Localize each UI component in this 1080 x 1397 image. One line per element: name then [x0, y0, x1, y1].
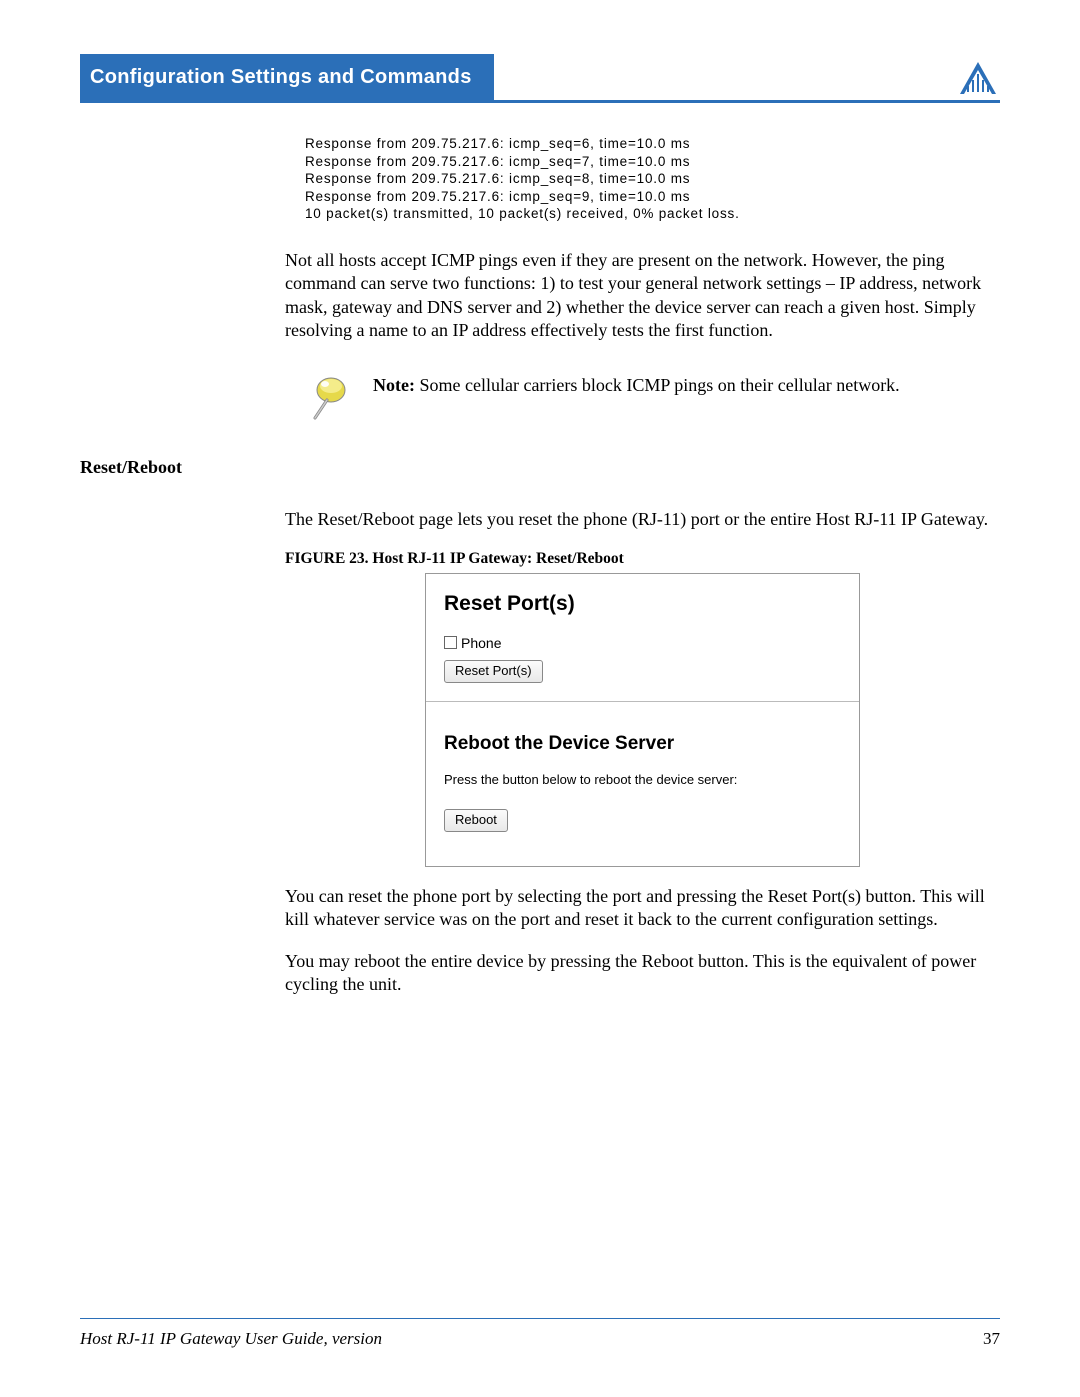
footer-doc-title: Host RJ-11 IP Gateway User Guide, versio… — [80, 1329, 382, 1349]
body-column: Response from 209.75.217.6: icmp_seq=6, … — [285, 135, 995, 997]
reboot-instruction: Press the button below to reboot the dev… — [444, 772, 841, 789]
paragraph: Not all hosts accept ICMP pings even if … — [285, 249, 995, 343]
code-line: 10 packet(s) transmitted, 10 packet(s) r… — [305, 206, 740, 221]
code-line: Response from 209.75.217.6: icmp_seq=7, … — [305, 154, 690, 169]
checkbox-row-phone: Phone — [444, 634, 841, 652]
page-header-title: Configuration Settings and Commands — [80, 54, 494, 101]
brand-logo-icon — [956, 58, 1000, 98]
divider — [426, 701, 859, 702]
page-content: Configuration Settings and Commands Resp… — [80, 55, 1000, 1011]
terminal-output: Response from 209.75.217.6: icmp_seq=6, … — [305, 135, 995, 223]
paragraph: You can reset the phone port by selectin… — [285, 885, 995, 932]
code-line: Response from 209.75.217.6: icmp_seq=9, … — [305, 189, 690, 204]
section-heading: Reset/Reboot — [80, 456, 995, 479]
page-number: 37 — [983, 1329, 1000, 1349]
figure-screenshot: Reset Port(s) Phone Reset Port(s) Reboot… — [425, 573, 860, 867]
reset-ports-button[interactable]: Reset Port(s) — [444, 660, 543, 683]
code-line: Response from 209.75.217.6: icmp_seq=6, … — [305, 136, 690, 151]
figure-heading-reset-ports: Reset Port(s) — [444, 590, 841, 617]
note-text: Note: Some cellular carriers block ICMP … — [373, 372, 900, 397]
header-bar: Configuration Settings and Commands — [80, 55, 1000, 103]
reboot-button[interactable]: Reboot — [444, 809, 508, 832]
phone-checkbox-label: Phone — [461, 634, 501, 652]
paragraph: The Reset/Reboot page lets you reset the… — [285, 508, 995, 531]
note-label: Note: — [373, 375, 415, 395]
note-block: Note: Some cellular carriers block ICMP … — [305, 372, 995, 426]
note-body: Some cellular carriers block ICMP pings … — [415, 375, 900, 395]
code-line: Response from 209.75.217.6: icmp_seq=8, … — [305, 171, 690, 186]
paragraph: You may reboot the entire device by pres… — [285, 950, 995, 997]
pushpin-icon — [305, 372, 353, 426]
figure-heading-reboot: Reboot the Device Server — [444, 732, 841, 757]
figure-caption: FIGURE 23. Host RJ-11 IP Gateway: Reset/… — [285, 549, 995, 569]
phone-checkbox[interactable] — [444, 636, 457, 649]
page-footer: Host RJ-11 IP Gateway User Guide, versio… — [80, 1318, 1000, 1349]
